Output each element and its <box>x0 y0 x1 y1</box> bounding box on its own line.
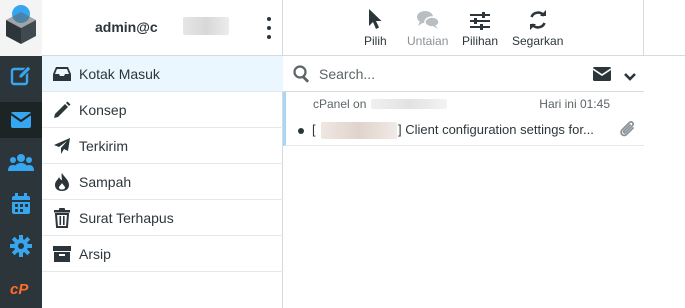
message-row[interactable]: cPanel on Hari ini 01:45 [ ] Client conf… <box>283 92 644 146</box>
folder-sent[interactable]: Terkirim <box>42 128 283 164</box>
account-header: admin@c <box>42 0 283 56</box>
chevron-down-icon[interactable] <box>624 69 636 87</box>
folder-label: Terkirim <box>79 137 128 154</box>
redacted-sender <box>371 99 447 109</box>
pencil-icon <box>42 101 79 119</box>
message-subject: ] Client configuration settings for... <box>398 122 594 137</box>
account-menu-kebab-icon[interactable] <box>264 17 274 39</box>
folder-label: Surat Terhapus <box>79 209 174 226</box>
app-rail: cP <box>0 0 42 308</box>
archive-icon <box>42 245 79 263</box>
threads-button[interactable]: Untaian <box>407 4 448 52</box>
trash-icon <box>42 207 79 228</box>
options-label: Pilihan <box>462 34 499 48</box>
cpanel-logo-icon[interactable]: cP <box>0 270 42 306</box>
webmail-app: cP admin@c Kotak Masuk Konsep Terkirim S… <box>0 0 685 308</box>
refresh-label: Segarkan <box>512 34 564 48</box>
roundcube-logo[interactable] <box>0 0 42 56</box>
folder-label: Konsep <box>79 101 127 118</box>
sliders-icon <box>470 4 491 30</box>
account-name: admin@c <box>95 19 158 35</box>
message-toolbar: Pilih Untaian Pilihan Segarkan <box>283 0 685 56</box>
folder-trash[interactable]: Surat Terhapus <box>42 200 283 236</box>
envelope-scope-icon[interactable] <box>592 67 612 86</box>
select-label: Pilih <box>364 34 387 48</box>
toolbar-divider <box>643 0 644 56</box>
folder-list: Kotak Masuk Konsep Terkirim Sampah Surat… <box>42 56 283 272</box>
folder-label: Arsip <box>79 245 111 262</box>
folder-label: Kotak Masuk <box>79 65 160 82</box>
folder-pane: admin@c Kotak Masuk Konsep Terkirim Samp… <box>42 0 283 308</box>
redacted-subject <box>321 122 397 139</box>
refresh-button[interactable]: Segarkan <box>512 4 563 52</box>
redacted-account-domain <box>183 17 229 35</box>
contacts-icon[interactable] <box>0 144 42 180</box>
refresh-icon <box>528 4 548 30</box>
subject-prefix: [ <box>312 122 316 137</box>
options-button[interactable]: Pilihan <box>462 4 498 52</box>
folder-drafts[interactable]: Konsep <box>42 92 283 128</box>
pointer-icon <box>367 4 383 30</box>
folder-label: Sampah <box>79 173 132 190</box>
threads-label: Untaian <box>407 34 449 48</box>
inbox-icon <box>42 66 79 82</box>
message-sender: cPanel on <box>313 97 367 111</box>
calendar-icon[interactable] <box>0 186 42 222</box>
fire-icon <box>42 172 79 192</box>
paperclip-icon <box>619 120 637 145</box>
compose-icon[interactable] <box>0 58 42 94</box>
mail-icon[interactable] <box>0 102 42 138</box>
search-bar <box>283 56 644 92</box>
comments-icon <box>416 4 440 30</box>
folder-archive[interactable]: Arsip <box>42 236 283 272</box>
unread-dot-icon[interactable] <box>298 128 304 134</box>
message-date: Hari ini 01:45 <box>539 97 610 111</box>
search-icon[interactable] <box>293 65 311 88</box>
folder-junk[interactable]: Sampah <box>42 164 283 200</box>
folder-inbox[interactable]: Kotak Masuk <box>42 56 283 92</box>
send-icon <box>42 137 79 155</box>
select-button[interactable]: Pilih <box>364 4 387 52</box>
svg-text:cP: cP <box>10 281 29 297</box>
search-input[interactable] <box>319 62 559 86</box>
settings-gear-icon[interactable] <box>0 228 42 264</box>
